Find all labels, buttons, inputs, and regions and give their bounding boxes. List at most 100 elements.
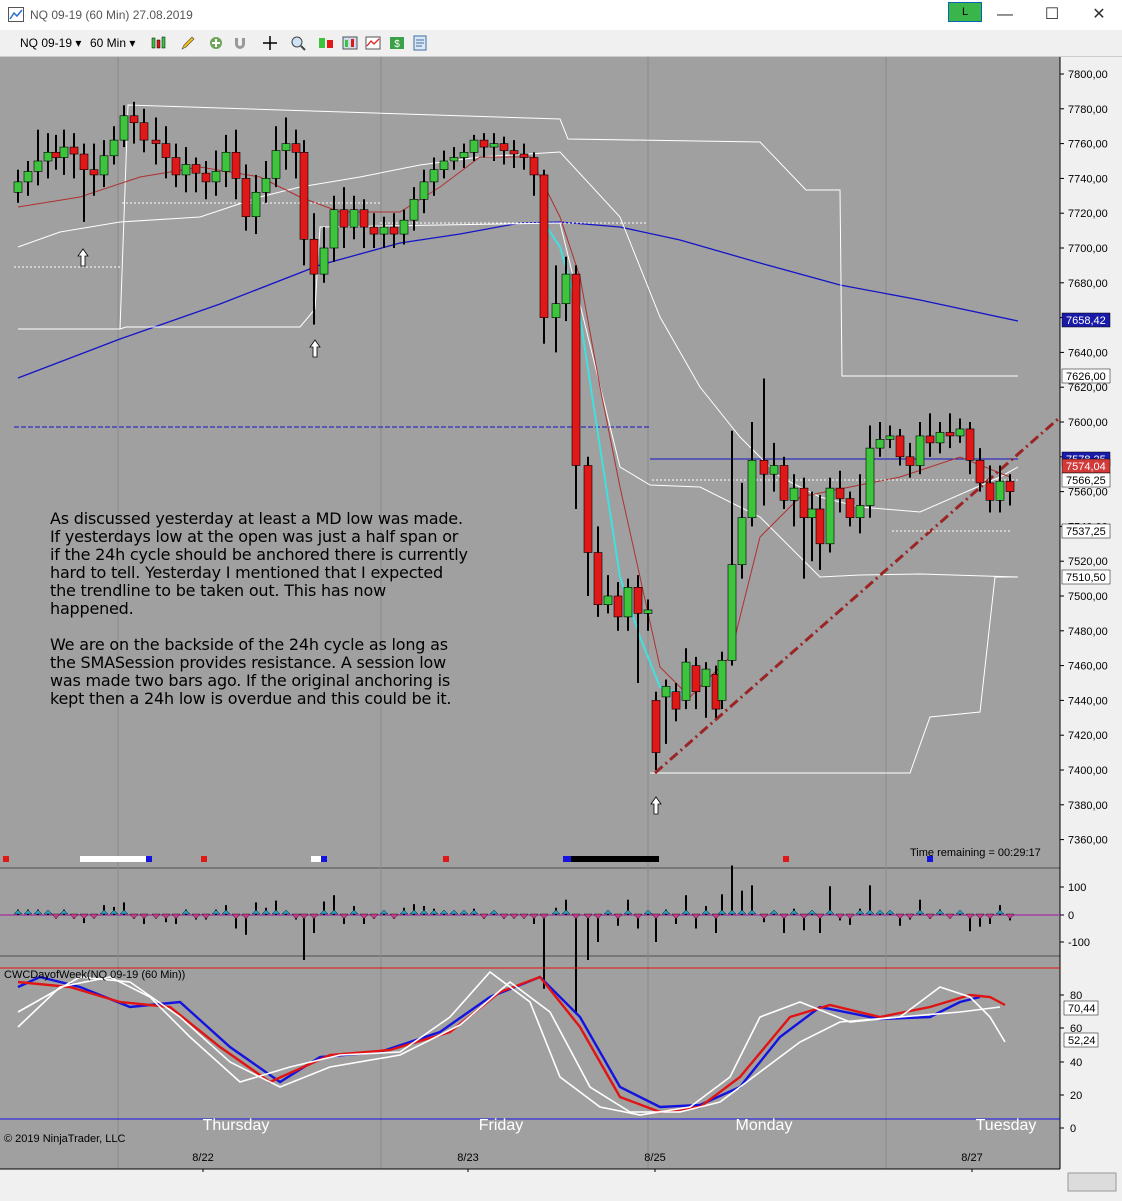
strategies-icon[interactable] <box>342 35 358 51</box>
down-candle <box>779 465 789 501</box>
bars-style-icon[interactable] <box>150 35 166 51</box>
down-candle <box>201 172 211 183</box>
price-tick-label: 7700,00 <box>1068 243 1108 255</box>
drawing-pencil-icon[interactable] <box>180 35 196 51</box>
price-marker-label: 7658,42 <box>1066 315 1106 327</box>
price-tick-label: 7560,00 <box>1068 487 1108 499</box>
up-candle <box>727 564 737 661</box>
up-candle <box>109 139 119 157</box>
up-candle <box>865 447 875 506</box>
stoch-tick-label: 40 <box>1070 1057 1082 1069</box>
up-candle <box>701 668 711 687</box>
down-candle <box>651 700 661 753</box>
price-tick-label: 7760,00 <box>1068 139 1108 151</box>
down-candle <box>171 157 181 176</box>
up-candle <box>955 428 965 437</box>
up-candle <box>459 152 469 158</box>
app-chart-icon <box>8 7 24 22</box>
up-candle <box>43 152 53 162</box>
time-remaining: Time remaining = 00:29:17 <box>910 847 1041 859</box>
magnet-icon[interactable] <box>232 35 248 51</box>
minimize-button[interactable]: — <box>985 4 1025 26</box>
crosshair-icon[interactable] <box>262 35 278 51</box>
price-tick-label: 7800,00 <box>1068 69 1108 81</box>
up-candle <box>13 181 23 193</box>
up-candle <box>935 432 945 444</box>
up-candle <box>399 219 409 235</box>
day-label: Friday <box>479 1117 523 1134</box>
down-candle <box>79 153 89 171</box>
osc-tick-label: 100 <box>1068 882 1086 894</box>
oscillator-panel <box>0 869 1060 955</box>
svg-text:$: $ <box>394 39 400 50</box>
date-label: 8/22 <box>192 1152 213 1164</box>
up-candle <box>855 505 865 518</box>
price-tick-label: 7380,00 <box>1068 800 1108 812</box>
properties-icon[interactable] <box>412 35 428 51</box>
down-candle <box>479 139 489 148</box>
down-candle <box>389 226 399 235</box>
up-candle <box>251 192 261 217</box>
stochastic-label: CWCDayofWeek(NQ 09-19 (60 Min)) <box>4 969 185 981</box>
day-label: Monday <box>736 1117 793 1134</box>
date-label: 8/23 <box>457 1152 478 1164</box>
up-candle <box>271 150 281 179</box>
down-candle <box>369 226 379 235</box>
down-candle <box>759 459 769 475</box>
up-candle <box>737 517 747 565</box>
up-candle <box>489 143 499 148</box>
scrollbar[interactable] <box>1067 1172 1117 1192</box>
down-candle <box>539 174 549 318</box>
chart-toolbar: NQ 09-19 ▾ 60 Min ▾ $ <box>0 30 1122 57</box>
price-tick-label: 7460,00 <box>1068 661 1108 673</box>
price-tick-label: 7500,00 <box>1068 591 1108 603</box>
price-marker-label: 7510,50 <box>1066 572 1106 584</box>
down-candle <box>519 153 529 158</box>
close-button[interactable]: ✕ <box>1079 4 1119 26</box>
copyright: © 2019 NinjaTrader, LLC <box>4 1133 125 1145</box>
zoom-icon[interactable] <box>290 35 306 51</box>
price-tick-label: 7480,00 <box>1068 626 1108 638</box>
down-candle <box>895 435 905 458</box>
plus-icon[interactable] <box>208 35 224 51</box>
up-candle <box>429 169 439 183</box>
up-candle <box>211 171 221 183</box>
price-tick-label: 7780,00 <box>1068 104 1108 116</box>
price-tick-label: 7400,00 <box>1068 765 1108 777</box>
down-candle <box>299 152 309 240</box>
down-candle <box>613 595 623 618</box>
indicators-icon[interactable] <box>365 35 381 51</box>
down-candle <box>51 152 61 158</box>
instrument-selector[interactable]: NQ 09-19 ▾ <box>20 34 81 52</box>
up-candle <box>875 439 885 449</box>
up-candle <box>439 160 449 170</box>
up-candle <box>717 660 727 701</box>
price-marker-label: 7537,25 <box>1066 526 1106 538</box>
link-button[interactable]: L <box>948 2 982 22</box>
date-label: 8/27 <box>961 1152 982 1164</box>
price-marker-label: 7574,04 <box>1066 461 1106 473</box>
up-candle <box>349 209 359 228</box>
dollar-icon[interactable]: $ <box>389 35 405 51</box>
up-candle <box>419 181 429 200</box>
down-candle <box>671 691 681 710</box>
interval-selector[interactable]: 60 Min ▾ <box>90 34 135 52</box>
chart-trader-icon[interactable] <box>318 35 334 51</box>
up-candle <box>23 171 33 183</box>
stoch-marker-label: 52,24 <box>1068 1035 1096 1047</box>
osc-tick-label: -100 <box>1068 937 1090 949</box>
down-candle <box>815 508 825 545</box>
maximize-button[interactable]: ☐ <box>1032 4 1072 26</box>
up-candle <box>623 586 633 618</box>
time-axis <box>0 1172 1122 1196</box>
price-marker-label: 7626,00 <box>1066 371 1106 383</box>
up-candle <box>561 273 571 304</box>
down-candle <box>339 209 349 228</box>
up-candle <box>681 661 691 701</box>
stochastic-panel <box>0 957 1060 1169</box>
up-candle <box>319 247 329 275</box>
stoch-marker-label: 70,44 <box>1068 1003 1096 1015</box>
down-candle <box>691 665 701 692</box>
up-candle <box>769 465 779 475</box>
price-tick-label: 7740,00 <box>1068 173 1108 185</box>
